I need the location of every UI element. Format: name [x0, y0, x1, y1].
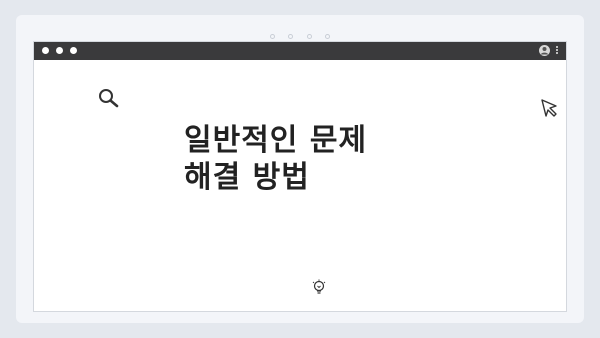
page-title: 일반적인 문제 해결 방법 [184, 122, 484, 196]
lightbulb-icon [311, 279, 327, 297]
title-line-1: 일반적인 문제 [184, 123, 368, 158]
window-maximize-button[interactable] [70, 47, 78, 54]
indicator-dot [324, 34, 330, 39]
window-close-button[interactable] [42, 47, 49, 54]
user-profile-icon[interactable] [539, 45, 550, 56]
title-line-2: 해결 방법 [184, 160, 310, 195]
browser-window: 일반적인 문제 해결 방법 [33, 41, 567, 312]
outer-frame: 일반적인 문제 해결 방법 [16, 15, 584, 323]
magnifier-icon [97, 87, 121, 109]
indicator-dot [270, 34, 276, 39]
kebab-menu-icon[interactable] [554, 45, 560, 57]
window-minimize-button[interactable] [56, 47, 64, 54]
window-controls [42, 47, 79, 55]
indicator-dot [288, 34, 294, 39]
mouse-pointer-icon [539, 97, 561, 119]
indicator-dot [306, 34, 312, 39]
window-titlebar [34, 42, 566, 60]
page-indicator-dots [16, 24, 584, 39]
